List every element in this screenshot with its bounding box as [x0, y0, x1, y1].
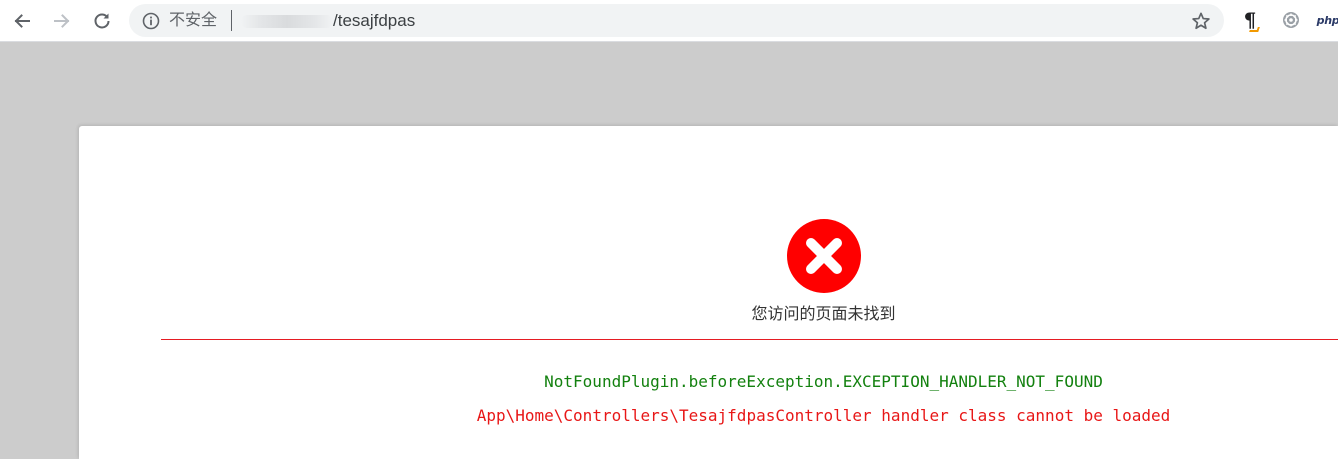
- error-divider: [161, 339, 1338, 340]
- security-status-label[interactable]: 不安全: [169, 11, 217, 30]
- error-code: NotFoundPlugin.beforeException.EXCEPTION…: [544, 372, 1103, 391]
- arrow-left-icon: [14, 14, 30, 28]
- extension-php-button[interactable]: php: [1316, 8, 1338, 32]
- error-x-circle-icon: [787, 219, 861, 293]
- star-icon: [1192, 12, 1210, 30]
- reload-button[interactable]: [86, 5, 118, 37]
- url-path-text[interactable]: /tesajfdpas: [333, 10, 415, 31]
- error-card: 您访问的页面未找到 NotFoundPlugin.beforeException…: [79, 126, 1338, 459]
- forward-button[interactable]: [46, 5, 78, 37]
- pilcrow-icon: ¶: [1244, 10, 1261, 32]
- omnibox-divider: [231, 10, 232, 31]
- extension-pilcrow-button[interactable]: ¶: [1238, 8, 1262, 32]
- extension-gear-button[interactable]: [1279, 8, 1303, 32]
- error-title: 您访问的页面未找到: [751, 306, 896, 323]
- php-icon: php: [1316, 13, 1338, 27]
- browser-toolbar: 不安全 /tesajfdpas ¶ php: [0, 0, 1338, 42]
- error-message: App\Home\Controllers\TesajfdpasControlle…: [476, 406, 1171, 425]
- reload-icon: [94, 13, 110, 29]
- info-circle-icon[interactable]: [141, 11, 160, 30]
- gear-icon: [1283, 12, 1299, 28]
- back-button[interactable]: [6, 5, 38, 37]
- address-bar[interactable]: 不安全 /tesajfdpas: [129, 4, 1224, 37]
- bookmark-star-button[interactable]: [1189, 9, 1213, 33]
- redacted-host: [241, 15, 333, 28]
- arrow-right-icon: [54, 14, 70, 28]
